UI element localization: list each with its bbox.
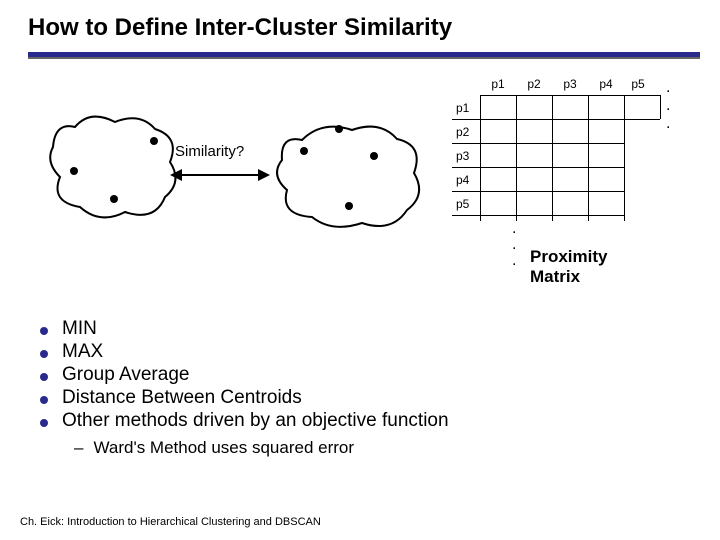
matrix-ellipsis-vertical: . [512, 241, 516, 249]
cluster-cloud-right [272, 115, 432, 235]
matrix-ellipsis-vertical: . [512, 257, 516, 265]
cluster-point [370, 152, 378, 160]
matrix-col-label: p1 [480, 77, 516, 91]
list-subitem-text: Ward's Method uses squared error [93, 438, 354, 458]
bullet-icon [40, 396, 48, 404]
list-item: Group Average [40, 364, 449, 386]
divider-bottom [28, 57, 700, 59]
matrix-col-label: p5 [624, 77, 652, 91]
cluster-point [300, 147, 308, 155]
cluster-point [110, 195, 118, 203]
matrix-col-label: p3 [552, 77, 588, 91]
matrix-col-label: p4 [588, 77, 624, 91]
list-item-text: MIN [62, 318, 97, 340]
bullet-icon [40, 373, 48, 381]
cluster-point [345, 202, 353, 210]
list-item-text: Distance Between Centroids [62, 387, 302, 409]
cluster-cloud-left [45, 107, 185, 227]
cluster-point [150, 137, 158, 145]
bullet-icon [40, 419, 48, 427]
list-subitem: – Ward's Method uses squared error [74, 438, 449, 458]
bullet-icon [40, 350, 48, 358]
diagram-area: Similarity? p1 p2 p3 p4 p5 . . . p1 p2 p… [0, 77, 720, 317]
matrix-caption: Proximity Matrix [530, 247, 607, 287]
matrix-ellipsis-horizontal: . . . [666, 79, 674, 133]
matrix-col-label: p2 [516, 77, 552, 91]
list-item-text: Group Average [62, 364, 189, 386]
matrix-ellipsis-vertical: . [512, 225, 516, 233]
slide-title: How to Define Inter-Cluster Similarity [0, 0, 720, 52]
slide-footer: Ch. Eick: Introduction to Hierarchical C… [20, 516, 321, 528]
list-item: Distance Between Centroids [40, 387, 449, 409]
methods-list: MIN MAX Group Average Distance Between C… [40, 318, 449, 458]
similarity-label: Similarity? [175, 143, 244, 160]
list-item: MIN [40, 318, 449, 340]
list-item-text: MAX [62, 341, 103, 363]
dash-icon: – [74, 438, 83, 458]
list-item-text: Other methods driven by an objective fun… [62, 410, 449, 432]
list-item: MAX [40, 341, 449, 363]
cluster-point [335, 125, 343, 133]
list-item: Other methods driven by an objective fun… [40, 410, 449, 432]
cluster-point [70, 167, 78, 175]
bullet-icon [40, 327, 48, 335]
double-arrow-icon [170, 165, 270, 185]
